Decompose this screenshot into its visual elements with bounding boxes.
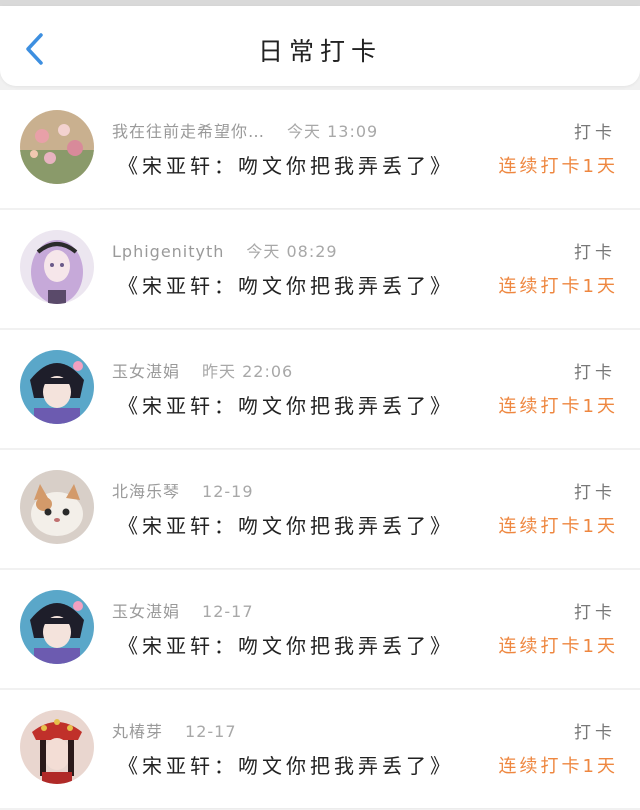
streak-label: 连续打卡1天: [498, 156, 618, 177]
entry-type: 打卡: [574, 723, 616, 743]
streak-label: 连续打卡1天: [498, 636, 618, 657]
nav-header: 日常打卡: [0, 6, 640, 86]
timestamp: 12-17: [185, 722, 237, 741]
timestamp: 12-19: [202, 482, 254, 501]
entry-meta: 玉女湛娟 昨天 22:06: [112, 358, 293, 382]
timestamp: 今天 08:29: [246, 242, 338, 261]
entry-type: 打卡: [574, 123, 616, 143]
entry-type: 打卡: [574, 603, 616, 623]
user-name[interactable]: 玉女湛娟: [112, 362, 180, 381]
entry-meta: 玉女湛娟 12-17: [112, 598, 254, 622]
avatar-flowers-icon[interactable]: [20, 110, 94, 184]
entry-content[interactable]: 《宋亚轩：吻文你把我弄丢了》: [118, 270, 454, 299]
avatar-costume-girl-icon[interactable]: [20, 710, 94, 784]
checkin-row[interactable]: 玉女湛娟 12-17 《宋亚轩：吻文你把我弄丢了》 打卡 连续打卡1天: [0, 570, 640, 689]
checkin-row[interactable]: 玉女湛娟 昨天 22:06 《宋亚轩：吻文你把我弄丢了》 打卡 连续打卡1天: [0, 330, 640, 449]
user-name[interactable]: 丸椿芽: [112, 722, 163, 741]
entry-type: 打卡: [574, 243, 616, 263]
avatar-cat-icon[interactable]: [20, 470, 94, 544]
timestamp: 12-17: [202, 602, 254, 621]
checkin-row[interactable]: Lphigenityth 今天 08:29 《宋亚轩：吻文你把我弄丢了》 打卡 连…: [0, 210, 640, 329]
entry-content[interactable]: 《宋亚轩：吻文你把我弄丢了》: [118, 630, 454, 659]
entry-content[interactable]: 《宋亚轩：吻文你把我弄丢了》: [118, 750, 454, 779]
entry-content[interactable]: 《宋亚轩：吻文你把我弄丢了》: [118, 390, 454, 419]
streak-label: 连续打卡1天: [498, 276, 618, 297]
user-name[interactable]: 北海乐琴: [112, 482, 180, 501]
checkin-row[interactable]: 我在往前走希望你… 今天 13:09 《宋亚轩：吻文你把我弄丢了》 打卡 连续打卡…: [0, 90, 640, 209]
streak-label: 连续打卡1天: [498, 756, 618, 777]
user-name[interactable]: Lphigenityth: [112, 242, 224, 261]
entry-type: 打卡: [574, 363, 616, 383]
entry-content[interactable]: 《宋亚轩：吻文你把我弄丢了》: [118, 510, 454, 539]
streak-label: 连续打卡1天: [498, 516, 618, 537]
page-title: 日常打卡: [257, 37, 382, 66]
checkin-list: 我在往前走希望你… 今天 13:09 《宋亚轩：吻文你把我弄丢了》 打卡 连续打卡…: [0, 90, 640, 810]
streak-label: 连续打卡1天: [498, 396, 618, 417]
avatar-anime-boy-icon[interactable]: [20, 590, 94, 664]
user-name[interactable]: 我在往前走希望你…: [112, 122, 265, 141]
entry-meta: Lphigenityth 今天 08:29: [112, 238, 338, 262]
entry-meta: 丸椿芽 12-17: [112, 718, 237, 742]
avatar-anime-boy-icon[interactable]: [20, 350, 94, 424]
entry-meta: 我在往前走希望你… 今天 13:09: [112, 118, 378, 142]
avatar-anime-girl-icon[interactable]: [20, 230, 94, 304]
entry-type: 打卡: [574, 483, 616, 503]
user-name[interactable]: 玉女湛娟: [112, 602, 180, 621]
timestamp: 今天 13:09: [287, 122, 379, 141]
timestamp: 昨天 22:06: [202, 362, 294, 381]
checkin-row[interactable]: 丸椿芽 12-17 《宋亚轩：吻文你把我弄丢了》 打卡 连续打卡1天: [0, 690, 640, 809]
checkin-row[interactable]: 北海乐琴 12-19 《宋亚轩：吻文你把我弄丢了》 打卡 连续打卡1天: [0, 450, 640, 569]
entry-content[interactable]: 《宋亚轩：吻文你把我弄丢了》: [118, 150, 454, 179]
entry-meta: 北海乐琴 12-19: [112, 478, 254, 502]
